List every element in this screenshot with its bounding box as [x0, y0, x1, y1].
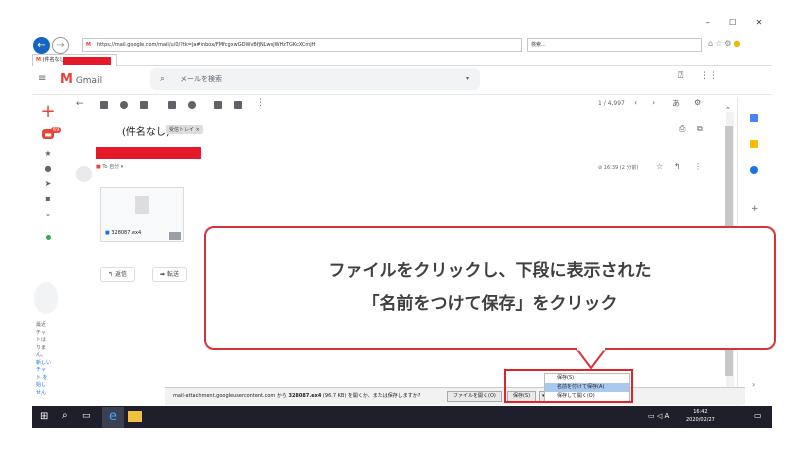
email-more-icon[interactable]: ⋮	[694, 162, 702, 171]
task-view-icon[interactable]: ▭	[82, 411, 91, 421]
reply-icon[interactable]: ↰	[674, 162, 681, 171]
help-icon[interactable]: ⍰	[678, 71, 683, 81]
url-field[interactable]: M https://mail.google.com/mail/u/0/?tk=j…	[82, 38, 522, 52]
attachment-label: ■ 328087.ex4	[105, 230, 142, 236]
minimize-button[interactable]: –	[706, 18, 710, 30]
calendar-icon[interactable]	[750, 114, 758, 122]
gmail-header: ≡ M Gmail ⌕ メールを検索 ▾ ⍰ ⋮⋮	[32, 67, 772, 95]
tasks-icon[interactable]	[750, 166, 758, 174]
callout-line-2: 「名前をつけて保存」をクリック	[362, 294, 618, 314]
inbox-label-chip[interactable]: 受信トレイ ×	[166, 125, 203, 134]
compose-plus-icon[interactable]: +	[37, 103, 59, 121]
print-icon[interactable]: ⎙	[679, 124, 685, 134]
back-to-inbox-icon[interactable]: ←	[76, 99, 84, 109]
window-controls: – ☐ ✕	[696, 18, 772, 30]
settings-gear-icon[interactable]: ⚙	[694, 98, 701, 107]
email-subject: (件名なし)	[122, 127, 170, 138]
mail-search-input[interactable]: ⌕ メールを検索 ▾	[150, 68, 480, 90]
redacted-sender	[96, 147, 201, 159]
emoji-icon[interactable]: ●	[733, 39, 742, 48]
snoozed-icon[interactable]: ●	[43, 163, 53, 173]
back-arrow-icon[interactable]: ←	[33, 37, 50, 54]
recipient-line[interactable]: ■ To 自分 ▾	[96, 163, 123, 170]
doc-icon: ■	[105, 230, 110, 236]
forward-arrow-icon[interactable]: →	[52, 37, 69, 54]
screenshot: – ☐ ✕ ← → M https://mail.google.com/mail…	[32, 14, 772, 428]
callout-pointer	[575, 348, 607, 370]
prev-page-icon[interactable]: ‹	[634, 98, 637, 107]
archive-icon[interactable]	[100, 101, 108, 109]
more-icon[interactable]: ⌄	[43, 208, 53, 218]
download-corner-icon	[169, 232, 181, 240]
star-email-icon[interactable]: ☆	[656, 162, 663, 171]
taskbar-search-icon[interactable]: ⌕	[62, 410, 68, 421]
labels-icon[interactable]	[234, 101, 242, 109]
drafts-icon[interactable]: ▪	[43, 193, 53, 203]
expand-panel-icon[interactable]: ›	[752, 380, 755, 389]
open-file-button[interactable]: ファイルを開く(O)	[447, 391, 502, 402]
report-spam-icon[interactable]	[120, 101, 128, 109]
more-options-icon[interactable]: ⋮	[256, 98, 265, 108]
redacted-block	[63, 57, 111, 65]
windows-start-icon[interactable]: ⊞	[40, 411, 48, 422]
gmail-favicon-icon: M	[36, 57, 41, 63]
internet-explorer-icon[interactable]: e	[102, 407, 124, 428]
tab-row: M (件名なし)	[32, 54, 772, 66]
scroll-up-icon[interactable]: ⌃	[725, 106, 731, 114]
email-time: ⊘ 16:39 (2 分前)	[598, 165, 639, 171]
notification-icon[interactable]: ▭	[754, 411, 762, 420]
add-addon-icon[interactable]: +	[751, 204, 759, 214]
move-to-icon[interactable]	[214, 101, 222, 109]
reply-button[interactable]: ↰ 返信	[100, 267, 135, 282]
file-icon	[135, 196, 149, 214]
apps-grid-icon[interactable]: ⋮⋮	[700, 71, 718, 81]
hangouts-avatar[interactable]	[34, 282, 58, 314]
toolbar-icons: ⌂☆⚙●	[708, 39, 742, 48]
gmail-logo[interactable]: M Gmail	[60, 72, 102, 87]
forward-button[interactable]: ➡ 転送	[152, 267, 187, 282]
system-tray[interactable]: ▭ ◁ A	[648, 412, 669, 420]
gmail-m-icon: M	[60, 72, 73, 87]
file-explorer-icon[interactable]	[128, 411, 142, 422]
sent-icon[interactable]: ➤	[43, 178, 53, 188]
attachment-icon: ⊘	[598, 165, 603, 171]
keep-icon[interactable]	[750, 140, 758, 148]
hangouts-notice: 最近 チャ トは りま ん。 新しい チャ ト を 始し せん	[36, 322, 52, 396]
status-dot-icon	[46, 235, 51, 240]
delete-icon[interactable]	[140, 101, 148, 109]
search-icon: ⌕	[160, 74, 166, 84]
snooze-icon[interactable]	[188, 101, 196, 109]
browser-search-field[interactable]: 検索...	[527, 38, 702, 52]
close-window-button[interactable]: ✕	[756, 18, 763, 30]
windows-taskbar: ⊞ ⌕ ▭ e ▭ ◁ A 16:42 2020/02/27 ▭	[32, 406, 772, 428]
browser-tab[interactable]: M (件名なし)	[32, 54, 117, 66]
clock[interactable]: 16:42 2020/02/27	[686, 408, 715, 424]
important-marker-icon: ■	[96, 164, 101, 170]
next-page-icon[interactable]: ›	[652, 98, 655, 107]
unread-count-badge: 69	[51, 127, 62, 133]
gmail-favicon-icon: M	[86, 42, 91, 48]
main-menu-icon[interactable]: ≡	[38, 73, 46, 84]
mark-unread-icon[interactable]	[168, 101, 176, 109]
callout-line-1: ファイルをクリックし、下段に表示された	[328, 261, 652, 281]
attachment-card[interactable]: ■ 328087.ex4	[100, 187, 184, 242]
instruction-callout: ファイルをクリックし、下段に表示された 「名前をつけて保存」をクリック	[204, 226, 776, 350]
starred-icon[interactable]: ★	[43, 148, 53, 158]
search-options-icon[interactable]: ▾	[466, 68, 469, 90]
download-notification-bar: mail-attachment.googleusercontent.com から…	[165, 387, 745, 405]
input-tools-button[interactable]: あ	[672, 98, 680, 109]
maximize-button[interactable]: ☐	[729, 18, 736, 30]
sender-avatar	[76, 166, 92, 182]
highlight-frame	[504, 369, 633, 403]
star-icon[interactable]: ☆	[715, 39, 724, 48]
pagination-count: 1 / 4,997	[598, 100, 625, 107]
new-window-icon[interactable]: ⧉	[697, 124, 703, 134]
